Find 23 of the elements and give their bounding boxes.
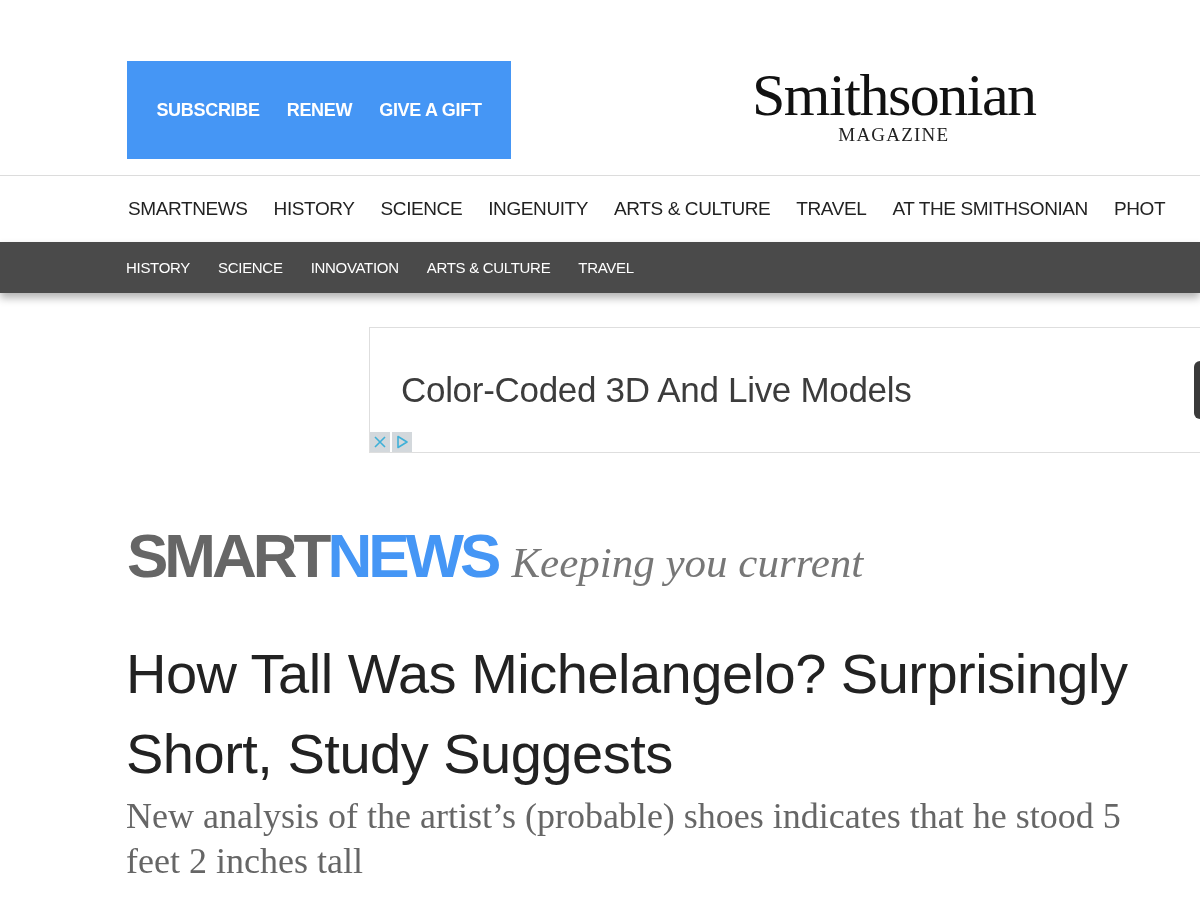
nav-link[interactable]: TRAVEL: [796, 198, 867, 220]
nav-link[interactable]: SMARTNEWS: [128, 198, 248, 220]
sub-nav-link[interactable]: HISTORY: [126, 259, 191, 276]
nav-link[interactable]: AT THE SMITHSONIAN: [892, 198, 1088, 220]
article-subtitle: New analysis of the artist’s (probable) shoes indicates that he stood 5 feet 2 inches tall: [126, 795, 1122, 883]
close-icon[interactable]: [370, 432, 390, 452]
article-title: How Tall Was Michelangelo? Surprisingly Short, Study Suggests: [126, 641, 1129, 787]
logo-subtitle: MAGAZINE: [838, 125, 950, 145]
nav-link[interactable]: ARTS & CULTURE: [614, 198, 771, 220]
section-logo[interactable]: SMARTNEWS: [127, 521, 498, 591]
sub-nav-link[interactable]: ARTS & CULTURE: [426, 259, 551, 276]
nav-link[interactable]: SCIENCE: [380, 198, 463, 220]
sub-nav-link[interactable]: TRAVEL: [578, 259, 634, 276]
sub-nav-link[interactable]: SCIENCE: [218, 259, 283, 276]
ad-button[interactable]: [1194, 361, 1200, 419]
section-tagline: Keeping you current: [511, 538, 864, 587]
ad-headline[interactable]: Color-Coded 3D And Live Models: [401, 370, 912, 410]
ad-banner[interactable]: Color-Coded 3D And Live Models: [369, 327, 1200, 453]
nav-link[interactable]: PHOT: [1113, 198, 1166, 220]
nav-link[interactable]: INGENUITY: [488, 198, 589, 220]
sub-nav-link[interactable]: INNOVATION: [310, 259, 399, 276]
nav-link[interactable]: HISTORY: [273, 198, 355, 220]
logo-wordmark[interactable]: Smithsonian: [752, 65, 1036, 125]
